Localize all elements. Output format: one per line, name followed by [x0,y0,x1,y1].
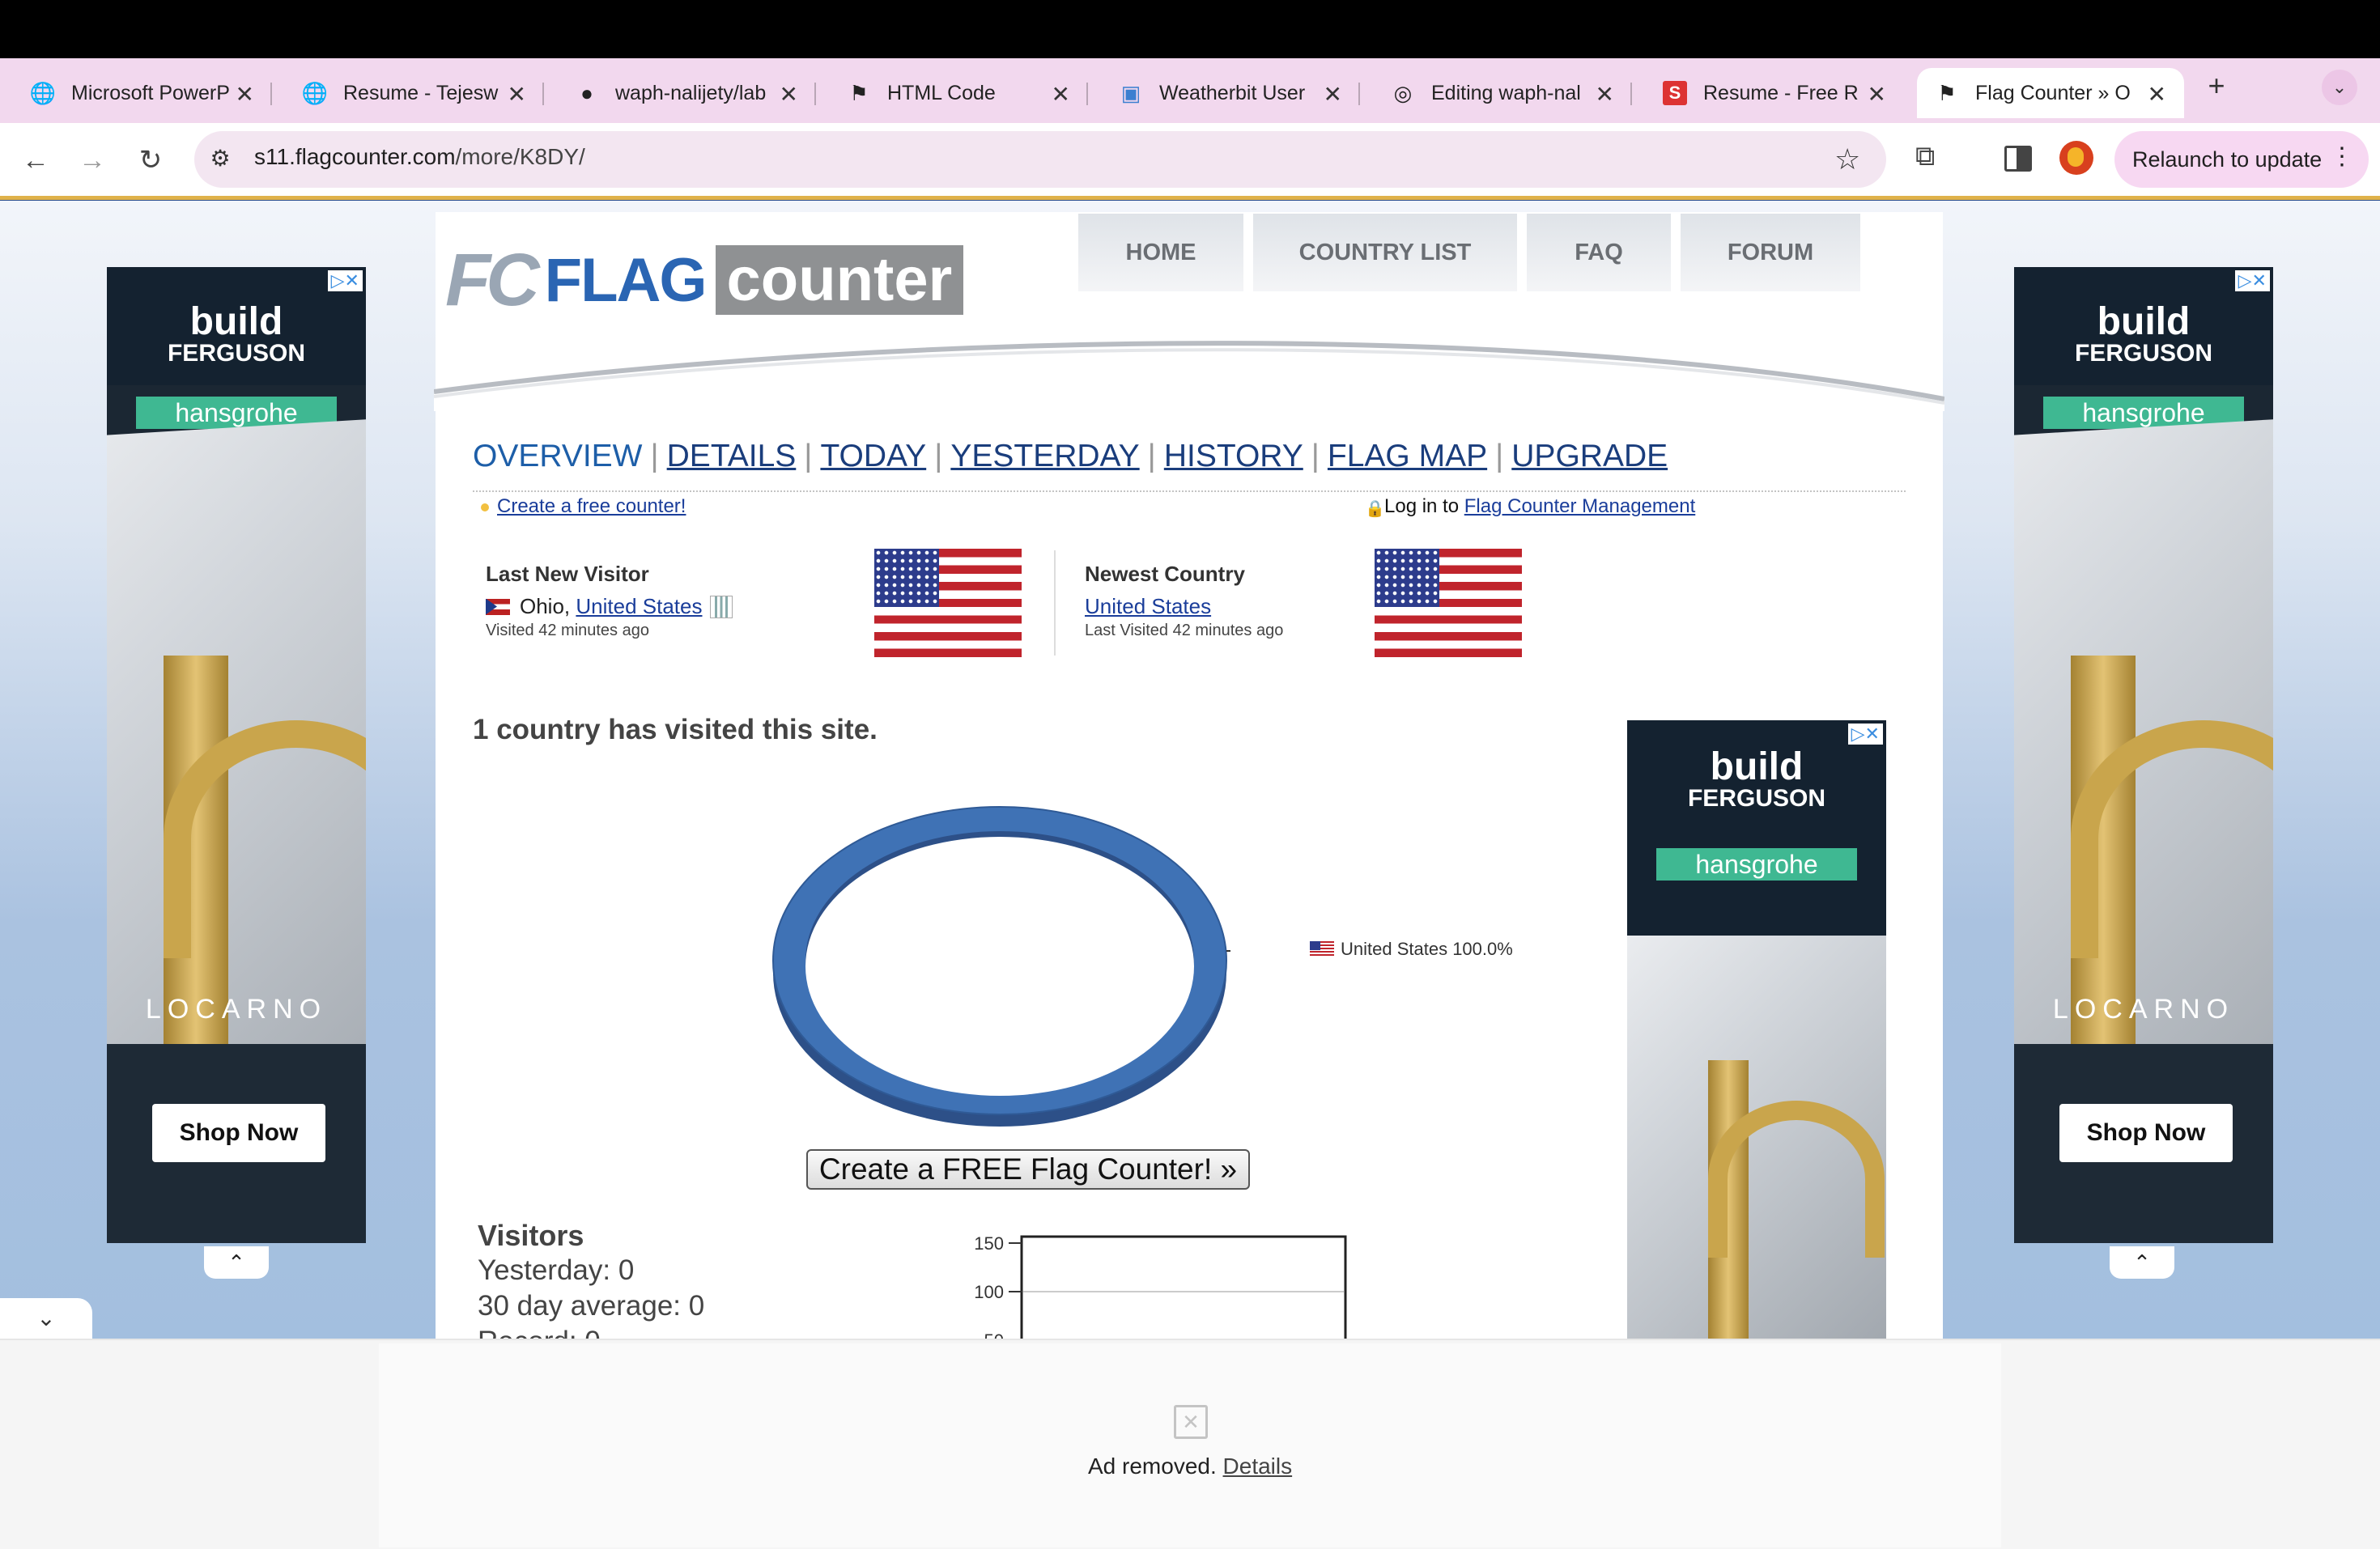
stats-icon[interactable] [710,595,733,618]
ad-details-link[interactable]: Details [1223,1454,1293,1479]
flag-counter-management-link[interactable]: Flag Counter Management [1464,495,1696,517]
collapse-ad-button[interactable]: ⌃ [2110,1246,2174,1279]
visitors-title: Visitors [478,1219,584,1252]
tab-flag-counter[interactable]: ⚑ Flag Counter » O ✕ [1917,68,2184,118]
right-ad-banner[interactable]: ▷✕ build FERGUSON hansgrohe LOCARNO Shop… [2014,267,2273,1243]
tab-resume-free[interactable]: S Resume - Free R ✕ [1632,68,1904,118]
github-icon: ● [580,80,593,105]
tab-editing-waph[interactable]: ◎ Editing waph-nal ✕ [1360,68,1632,118]
close-icon[interactable]: ✕ [780,81,798,108]
login-line: Log in to Flag Counter Management [1384,495,1696,517]
s-icon: S [1663,81,1687,105]
close-icon[interactable]: ✕ [1324,81,1342,108]
left-ad-banner[interactable]: ▷✕ build FERGUSON hansgrohe LOCARNO Shop… [107,267,366,1243]
weather-icon: ▣ [1120,80,1141,105]
shop-now-button[interactable]: Shop Now [2059,1104,2233,1162]
ad-removed-panel [379,1343,2001,1547]
newest-country-link[interactable]: United States [1085,594,1211,619]
divider [1054,550,1056,656]
y-tick-label: 100 [974,1282,1004,1302]
country-pie-chart [772,806,1230,1127]
country-count-text: 1 country has visited this site. [473,714,878,745]
nav-country-list[interactable]: COUNTRY LIST [1253,214,1517,291]
os-menu-bar [0,0,2380,58]
visitors-chart: 15010050 [974,1233,1347,1343]
create-free-counter-link[interactable]: Create a free counter! [497,495,686,518]
last-visitor-country-link[interactable]: United States [576,594,702,619]
nav-home[interactable]: HOME [1078,214,1243,291]
pie-slice-united-states [772,806,1227,1127]
side-panel-icon[interactable] [2004,146,2032,172]
us-flag-icon [1310,941,1334,957]
close-icon[interactable]: ✕ [1868,81,1886,108]
nav-forum[interactable]: FORUM [1681,214,1860,291]
y-tick-label: 150 [974,1233,1004,1254]
subnav-yesterday[interactable]: YESTERDAY [950,439,1139,473]
tab-html-code[interactable]: ⚑ HTML Code ✕ [816,68,1088,118]
bookmark-star-icon[interactable]: ☆ [1834,142,1860,176]
ohio-flag-icon [486,598,510,615]
visitors-average: 30 day average: 0 [478,1290,705,1322]
flag-icon: ⚑ [849,80,869,105]
visitors-yesterday: Yesterday: 0 [478,1254,635,1286]
newest-country-time: Last Visited 42 minutes ago [1085,622,1284,639]
ad-choices-icon[interactable]: ▷✕ [327,270,363,291]
close-icon[interactable]: ✕ [1052,81,1070,108]
subnav-details[interactable]: DETAILS [667,439,797,473]
back-button[interactable]: ← [18,142,53,178]
tab-strip: 🌐 Microsoft PowerP ✕ 🌐 Resume - Tejesw ✕… [0,58,2380,123]
github-icon: ◎ [1393,80,1413,105]
extensions-icon[interactable]: ⧉ [1915,141,1935,172]
ad-choices-icon[interactable]: ▷✕ [2234,270,2270,291]
ad-removed-text: Ad removed. Details [1088,1454,1293,1479]
site-info-icon[interactable]: ⚙ [206,144,235,173]
bullet-icon [481,503,489,511]
profile-avatar[interactable] [2059,141,2093,175]
forward-button[interactable]: → [74,142,110,178]
url-text[interactable]: s11.flagcounter.com/more/K8DY/ [254,144,585,170]
us-flag-icon [874,549,1022,657]
shop-now-button[interactable]: Shop Now [152,1104,325,1162]
newest-country-title: Newest Country [1085,562,1245,586]
subnav-history[interactable]: HISTORY [1164,439,1303,473]
close-icon[interactable]: ✕ [508,81,526,108]
subnav-today[interactable]: TODAY [820,439,926,473]
subnav-upgrade[interactable]: UPGRADE [1511,439,1668,473]
tab-weatherbit[interactable]: ▣ Weatherbit User ✕ [1088,68,1360,118]
reload-button[interactable]: ↻ [133,142,168,178]
center-ad-banner[interactable]: ▷✕ build FERGUSON hansgrohe [1627,720,1886,1339]
tab-waph-nalijety[interactable]: ● waph-nalijety/lab ✕ [544,68,816,118]
tab-resume-tejesw[interactable]: 🌐 Resume - Tejesw ✕ [272,68,544,118]
flag-icon: ⚑ [1937,80,1957,105]
new-tab-button[interactable]: + [2199,68,2234,104]
tab-microsoft-powerpoint[interactable]: 🌐 Microsoft PowerP ✕ [0,68,272,118]
last-new-visitor-title: Last New Visitor [486,562,649,586]
relaunch-button[interactable]: Relaunch to update ⋮ [2114,131,2369,188]
removed-image-icon: ✕ [1174,1405,1208,1439]
globe-icon: 🌐 [29,80,57,105]
flag-counter-logo[interactable]: FC FLAG counter [445,238,964,321]
logo-mark-icon: FC [445,238,540,321]
nav-faq[interactable]: FAQ [1527,214,1671,291]
close-icon[interactable]: ✕ [1596,81,1614,108]
collapse-ad-button[interactable]: ⌃ [204,1246,269,1279]
close-icon[interactable]: ✕ [2148,81,2166,108]
create-flag-counter-button[interactable]: Create a FREE Flag Counter! » [806,1149,1250,1190]
subnav-flag-map[interactable]: FLAG MAP [1328,439,1487,473]
ad-choices-icon[interactable]: ▷✕ [1847,724,1883,745]
header-swoosh [434,341,1944,411]
expand-bottom-button[interactable]: ⌄ [0,1298,92,1339]
more-menu-icon[interactable]: ⋮ [2330,142,2354,171]
subnav-overview[interactable]: OVERVIEW [473,439,643,473]
globe-icon: 🌐 [301,80,329,105]
close-icon[interactable]: ✕ [236,81,254,108]
divider [473,490,1906,492]
sub-navigation: OVERVIEW | DETAILS | TODAY | YESTERDAY | HISTORY… [473,439,1668,473]
last-visitor-location: Ohio, United States [486,594,733,619]
tab-search-button[interactable]: ⌄ [2322,70,2357,105]
last-visitor-time: Visited 42 minutes ago [486,622,649,639]
us-flag-icon [1375,549,1522,657]
pie-legend-label: United States 100.0% [1310,939,1513,960]
